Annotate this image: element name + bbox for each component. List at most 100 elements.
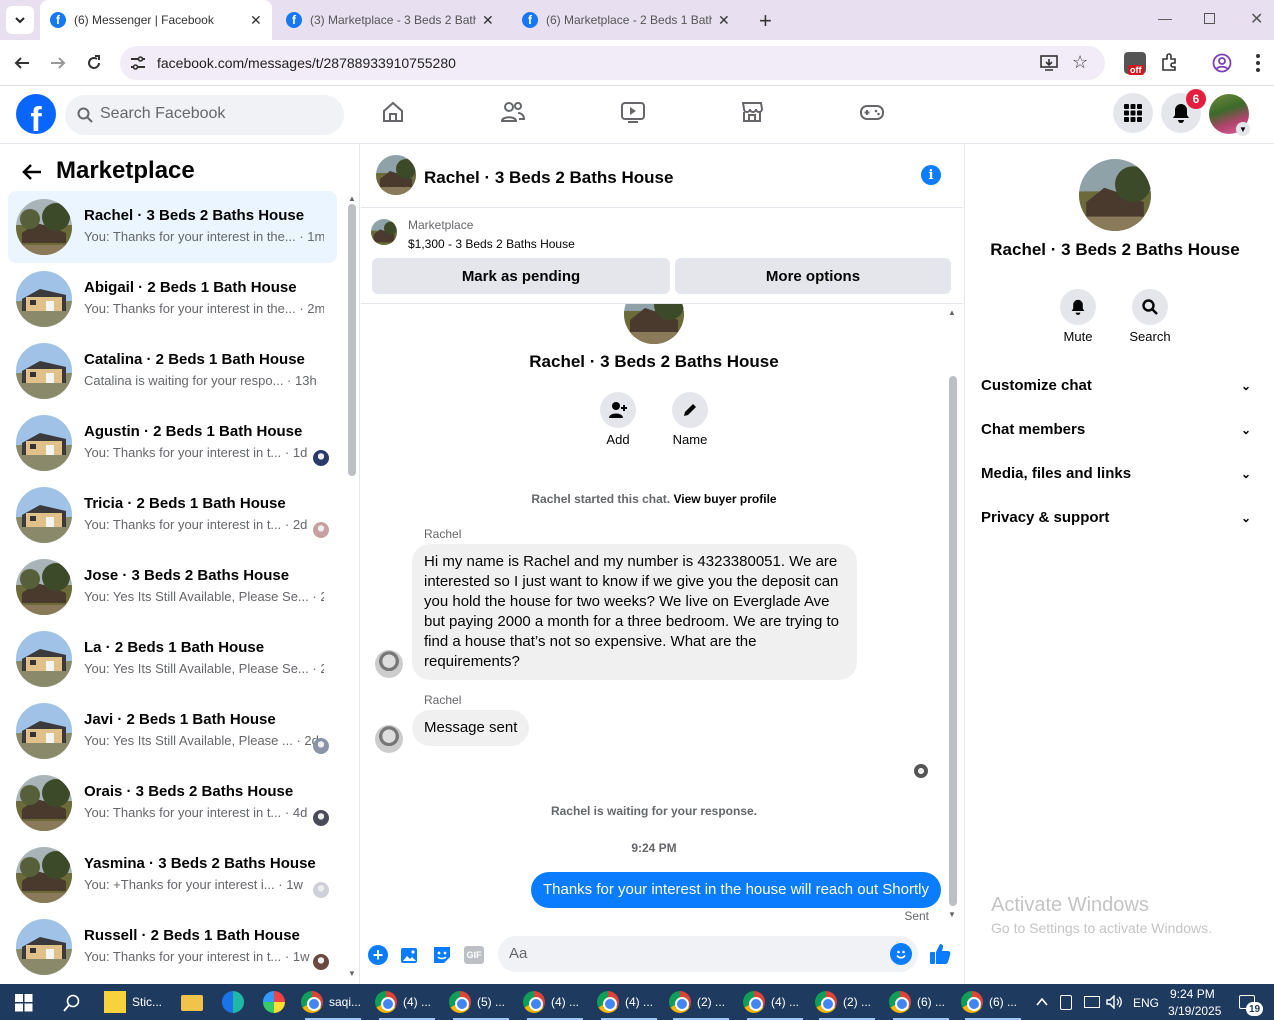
taskbar-chrome-window[interactable]: (2) ... (815, 984, 883, 1020)
account-chevron-icon[interactable]: ▼ (1236, 122, 1250, 136)
reload-icon[interactable] (86, 55, 102, 71)
friends-icon[interactable] (500, 100, 526, 124)
search-facebook-input[interactable]: Search Facebook (65, 95, 344, 135)
video-icon[interactable] (620, 100, 646, 124)
browser-tab-marketplace-3beds[interactable]: f (3) Marketplace - 3 Beds 2 Bath ✕ (276, 0, 508, 40)
forward-arrow-icon[interactable] (50, 55, 66, 71)
home-icon[interactable] (381, 100, 405, 124)
back-arrow-icon[interactable] (22, 163, 42, 181)
more-actions-plus-icon[interactable]: + (368, 945, 388, 965)
extensions-puzzle-icon[interactable] (1160, 53, 1178, 71)
conversation-item[interactable]: Agustin · 2 Beds 1 Bath House You: Thanks… (8, 407, 337, 479)
menu-grid-button[interactable] (1113, 93, 1153, 133)
conversation-item[interactable]: Russell · 2 Beds 1 Bath House You: Thanks… (8, 911, 337, 983)
restore-window-button[interactable] (1204, 13, 1215, 24)
taskbar-sticky-notes[interactable]: Stic... (104, 984, 162, 1020)
conversation-item[interactable]: Jose · 3 Beds 2 Baths House You: Yes Its … (8, 551, 337, 623)
gif-icon[interactable]: GIF (464, 946, 484, 964)
clock-date[interactable]: 3/19/2025 (1168, 1004, 1248, 1018)
extension-badge-icon[interactable]: off (1124, 52, 1146, 75)
conversation-item[interactable]: Abigail · 2 Beds 1 Bath House You: Thanks… (8, 263, 337, 335)
gaming-icon[interactable] (859, 100, 885, 124)
network-icon[interactable] (1084, 996, 1100, 1008)
site-settings-icon[interactable] (130, 56, 146, 70)
view-buyer-profile-link[interactable]: View buyer profile (673, 492, 776, 506)
install-app-icon[interactable] (1040, 54, 1058, 72)
taskbar-chrome-window[interactable]: saqi... (301, 984, 369, 1020)
browser-tab-marketplace-2beds[interactable]: f (6) Marketplace - 2 Beds 1 Bath ✕ (512, 0, 744, 40)
taskbar-chrome-window[interactable]: (4) ... (743, 984, 811, 1020)
scrollbar[interactable] (348, 204, 356, 476)
listing-title[interactable]: $1,300 - 3 Beds 2 Baths House (408, 237, 575, 251)
windows-start-icon[interactable] (15, 994, 33, 1012)
close-window-button[interactable]: ✕ (1250, 9, 1263, 29)
scroll-up-arrow-icon[interactable]: ▲ (948, 308, 956, 317)
minimize-window-button[interactable]: — (1158, 10, 1172, 26)
tab-search-button[interactable] (6, 6, 34, 34)
taskbar-chrome-window[interactable]: (2) ... (669, 984, 737, 1020)
taskbar-chrome-window[interactable]: (4) ... (523, 984, 591, 1020)
new-tab-button[interactable]: + (759, 8, 772, 34)
sent-message-bubble[interactable]: Thanks for your interest in the house wi… (530, 872, 941, 908)
show-hidden-icons-chevron-icon[interactable] (1036, 997, 1048, 1007)
taskbar-chrome-window[interactable]: (4) ... (597, 984, 665, 1020)
conversation-item[interactable]: Orais · 3 Beds 2 Baths House You: Thanks … (8, 767, 337, 839)
tablet-icon[interactable] (1060, 995, 1072, 1010)
edit-name-button[interactable] (672, 392, 708, 428)
taskbar-chrome-window[interactable]: (6) ... (961, 984, 1029, 1020)
thumbs-up-icon[interactable] (929, 943, 951, 965)
privacy-support-section[interactable]: Privacy & support ⌄ (981, 509, 1251, 526)
chat-header-title[interactable]: Rachel · 3 Beds 2 Baths House (424, 168, 673, 188)
close-tab-icon[interactable]: ✕ (718, 12, 730, 29)
address-bar[interactable]: facebook.com/messages/t/2878893391075528… (120, 46, 1105, 80)
chat-members-section[interactable]: Chat members ⌄ (981, 421, 1251, 438)
media-files-links-section[interactable]: Media, files and links ⌄ (981, 465, 1251, 482)
received-message-bubble[interactable]: Message sent (412, 710, 530, 746)
more-options-button[interactable]: More options (675, 258, 951, 294)
bookmark-star-icon[interactable]: ☆ (1072, 52, 1088, 73)
taskbar-chrome-window[interactable]: (6) ... (889, 984, 957, 1020)
browser-tab-messenger[interactable]: f (6) Messenger | Facebook ✕ (40, 0, 272, 40)
scroll-down-arrow-icon[interactable]: ▼ (348, 969, 356, 978)
conversation-item[interactable]: Rachel · 3 Beds 2 Baths House You: Thanks… (8, 191, 337, 263)
conversation-item[interactable]: Javi · 2 Beds 1 Bath House You: Yes Its S… (8, 695, 337, 767)
close-tab-icon[interactable]: ✕ (482, 12, 494, 29)
language-indicator[interactable]: ENG (1133, 996, 1159, 1010)
listing-thumbnail[interactable] (371, 219, 397, 245)
mark-as-pending-button[interactable]: Mark as pending (372, 258, 670, 294)
taskbar-chrome-window[interactable]: (5) ... (449, 984, 517, 1020)
edge-browser-icon[interactable] (222, 991, 244, 1013)
attach-photo-icon[interactable] (400, 945, 420, 965)
back-arrow-icon[interactable] (14, 55, 30, 71)
conversation-item[interactable]: Yasmina · 3 Beds 2 Baths House You: +Than… (8, 839, 337, 911)
chat-scrollbar[interactable] (949, 376, 957, 906)
volume-icon[interactable] (1106, 995, 1122, 1009)
taskbar-search-icon[interactable] (63, 994, 81, 1012)
paint-app-icon[interactable] (263, 991, 285, 1013)
profile-icon[interactable] (1212, 53, 1232, 73)
customize-chat-section[interactable]: Customize chat ⌄ (981, 377, 1251, 394)
clock-time[interactable]: 9:24 PM (1170, 987, 1250, 1001)
conversation-item[interactable]: Tricia · 2 Beds 1 Bath House You: Thanks … (8, 479, 337, 551)
conversation-item[interactable]: Catalina · 2 Beds 1 Bath House Catalina i… (8, 335, 337, 407)
scroll-up-arrow-icon[interactable]: ▲ (348, 194, 356, 203)
chat-header-avatar[interactable] (376, 155, 416, 195)
message-input[interactable]: Aa (498, 936, 918, 972)
conversation-info-icon[interactable]: i (921, 165, 941, 185)
close-tab-icon[interactable]: ✕ (250, 12, 262, 29)
conversation-item[interactable]: La · 2 Beds 1 Bath House You: Yes Its Sti… (8, 623, 337, 695)
marketplace-icon[interactable] (740, 100, 764, 124)
received-message-bubble[interactable]: Hi my name is Rachel and my number is 43… (412, 544, 857, 680)
add-person-button[interactable] (600, 392, 636, 428)
facebook-logo[interactable]: f (16, 94, 56, 134)
search-conversation-button[interactable] (1132, 289, 1168, 325)
mute-button[interactable] (1060, 289, 1096, 325)
scroll-down-arrow-icon[interactable]: ▼ (948, 910, 956, 919)
taskbar-chrome-window[interactable]: (4) ... (375, 984, 443, 1020)
file-explorer-icon[interactable] (181, 995, 203, 1011)
chevron-down-icon: ⌄ (1240, 467, 1251, 481)
sticker-icon[interactable] (432, 945, 452, 965)
emoji-icon[interactable] (890, 943, 912, 965)
conversation-avatar (16, 847, 72, 903)
browser-menu-icon[interactable] (1256, 54, 1260, 72)
